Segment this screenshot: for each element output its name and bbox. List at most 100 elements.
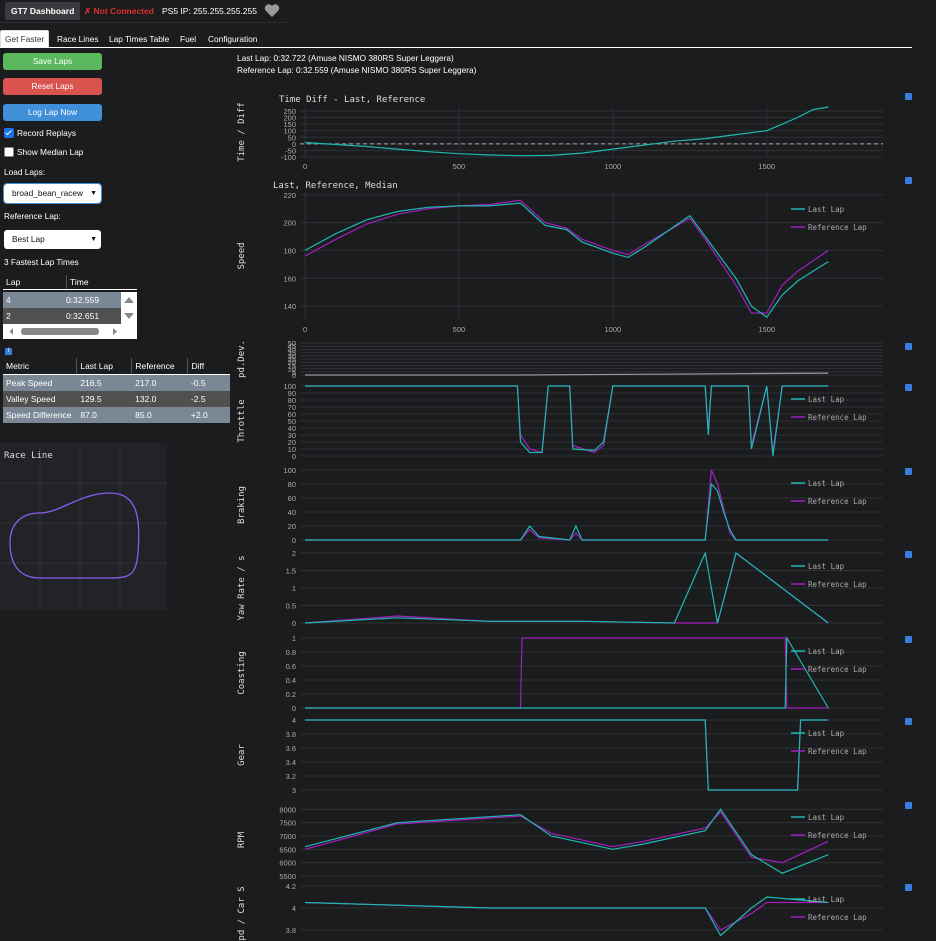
chart-panel[interactable]: 3 3.2 3.4 3.6 3.8 4 Gear Last Lap Reference Lap: [233, 716, 913, 795]
horizontal-scrollbar[interactable]: [3, 324, 137, 339]
info-icon[interactable]: [905, 177, 912, 184]
metric-cell: Peak Speed: [6, 378, 53, 388]
record-replays-checkbox[interactable]: Record Replays: [4, 128, 76, 138]
info-icon[interactable]: i: [5, 348, 12, 355]
table-header: Metric Last Lap Reference Diff: [3, 358, 230, 375]
tab-get-faster[interactable]: Get Faster: [0, 30, 50, 47]
last-lap-info: Last Lap: 0:32.722 (Amuse NISMO 380RS Su…: [237, 53, 454, 63]
chart-panel[interactable]: 3.8 4 4.2 pd / Car S Last Lap Reference Lap: [233, 882, 913, 941]
chart-panel[interactable]: 5500 6000 6500 7000 7500 8000 RPM Last Lap Refer…: [233, 802, 913, 881]
y-axis-label: Gear: [237, 744, 247, 766]
y-tick-label: 0.6: [286, 662, 296, 671]
chart-panel[interactable]: -100-500501001502002500 500 1000 1500Time /…: [233, 90, 913, 171]
load-laps-label: Load Laps:: [4, 167, 46, 177]
chart-panel[interactable]: 0 0.2 0.4 0.6 0.8 1 Coasting Last Lap Reference …: [233, 634, 913, 713]
time-cell: 0:32.559: [65, 295, 100, 305]
tab-bar: Get Faster Race Lines Lap Times Table Fu…: [0, 30, 912, 48]
legend-label: Last Lap: [808, 729, 845, 738]
load-laps-select[interactable]: broad_bean_racew ▼: [3, 183, 102, 204]
x-tick-label: 500: [453, 325, 466, 334]
info-icon[interactable]: [905, 93, 912, 100]
chart-panel[interactable]: 05101520253035404550pd.Dev.: [233, 339, 913, 380]
y-tick-label: 0.5: [286, 602, 296, 611]
x-tick-label: 0: [303, 162, 307, 171]
column-header-time: Time: [66, 275, 130, 289]
y-tick-label: 3.8: [286, 730, 296, 739]
y-tick-label: 200: [283, 219, 296, 228]
tab-fuel[interactable]: Fuel: [176, 31, 200, 47]
scroll-arrows-icon[interactable]: [121, 292, 137, 324]
tab-lap-times-table[interactable]: Lap Times Table: [105, 31, 173, 47]
info-icon[interactable]: [905, 636, 912, 643]
telemetry-charts[interactable]: -100-500501001502002500 500 1000 1500Time /…: [233, 90, 913, 941]
table-row: Valley Speed 129.5 132.0 -2.5: [3, 391, 230, 407]
y-tick-label: 0: [292, 619, 296, 628]
y-axis-label: Speed: [237, 242, 247, 269]
diff-cell: -0.5: [190, 378, 206, 388]
info-icon[interactable]: [905, 551, 912, 558]
show-median-lap-label: Show Median Lap: [17, 147, 84, 157]
chart-panel[interactable]: 140 160 180 200 220 0 500 1000 1500 Speed Last, Re…: [233, 176, 913, 334]
load-laps-value: broad_bean_racew: [12, 188, 84, 198]
show-median-lap-checkbox[interactable]: Show Median Lap: [4, 147, 83, 157]
legend-label: Last Lap: [808, 895, 845, 904]
tab-configuration[interactable]: Configuration: [204, 31, 261, 47]
checkbox-checked-icon[interactable]: [4, 128, 14, 138]
heart-icon[interactable]: [264, 3, 280, 18]
table-row[interactable]: 4 0:32.559: [3, 292, 121, 308]
y-axis-label: Braking: [237, 486, 247, 524]
legend-label: Reference Lap: [808, 223, 867, 232]
reset-laps-button[interactable]: Reset Laps: [3, 78, 102, 95]
table-row: Speed Difference 87.0 85.0 +2.0: [3, 407, 230, 423]
info-icon[interactable]: [905, 384, 912, 391]
legend-label: Reference Lap: [808, 497, 867, 506]
y-tick-label: 8000: [279, 805, 296, 814]
diff-cell: -2.5: [190, 394, 206, 404]
chart-title: Last, Reference, Median: [273, 181, 398, 191]
chart-panel[interactable]: 0 0.5 1 1.5 2 Yaw Rate / s Last Lap Reference L…: [233, 549, 913, 628]
y-tick-label: 180: [283, 246, 296, 255]
table-row[interactable]: 2 0:32.651: [3, 308, 121, 324]
y-tick-label: 0.2: [286, 690, 296, 699]
legend-label: Last Lap: [808, 562, 845, 571]
y-tick-label: 50: [288, 339, 296, 348]
scroll-track-icon[interactable]: [3, 324, 137, 339]
y-tick-label: 3: [292, 786, 296, 795]
y-axis-label: Coasting: [237, 651, 247, 694]
info-icon[interactable]: [905, 468, 912, 475]
top-navbar: GT7 Dashboard ✗ Not Connected PS5 IP: 25…: [0, 0, 286, 23]
column-header-metric: Metric: [6, 361, 30, 371]
app-brand[interactable]: GT7 Dashboard: [5, 2, 81, 20]
y-tick-label: 1: [292, 584, 296, 593]
legend-label: Reference Lap: [808, 913, 867, 922]
info-icon[interactable]: [905, 718, 912, 725]
y-axis-label: RPM: [237, 831, 247, 848]
y-tick-label: 220: [283, 191, 296, 200]
reference-lap-value: Best Lap: [12, 234, 45, 244]
reference-lap-label: Reference Lap:: [4, 211, 61, 221]
chart-panel[interactable]: 0102030405060708090100Throttle Last LapRe…: [233, 382, 913, 461]
race-line-plot[interactable]: Race Line: [0, 443, 167, 610]
info-icon[interactable]: [905, 884, 912, 891]
vertical-scrollbar[interactable]: [121, 292, 137, 324]
chart-panel[interactable]: 0 20 40 60 80 100 Braking Last Lap Reference Lap: [233, 466, 913, 545]
legend-label: Last Lap: [808, 395, 845, 404]
ps5-ip: PS5 IP: 255.255.255.255: [162, 6, 257, 16]
column-header-last-lap: Last Lap: [76, 358, 131, 374]
info-icon[interactable]: [905, 802, 912, 809]
log-lap-now-button[interactable]: Log Lap Now: [3, 104, 102, 121]
x-tick-label: 1000: [605, 162, 622, 171]
legend-label: Reference Lap: [808, 665, 867, 674]
tab-race-lines[interactable]: Race Lines: [53, 31, 103, 47]
save-laps-button[interactable]: Save Laps: [3, 53, 102, 70]
chart-title: Time Diff - Last, Reference: [279, 95, 425, 105]
reference-lap-select[interactable]: Best Lap ▼: [4, 230, 101, 249]
checkbox-unchecked-icon[interactable]: [4, 147, 14, 157]
last-cell: 216.5: [80, 378, 102, 388]
dropdown-arrow-icon: ▼: [90, 236, 97, 243]
legend-label: Last Lap: [808, 647, 845, 656]
info-icon[interactable]: [905, 343, 912, 350]
y-tick-label: 1.5: [286, 567, 296, 576]
y-tick-label: 4: [292, 904, 296, 913]
legend-label: Last Lap: [808, 813, 845, 822]
